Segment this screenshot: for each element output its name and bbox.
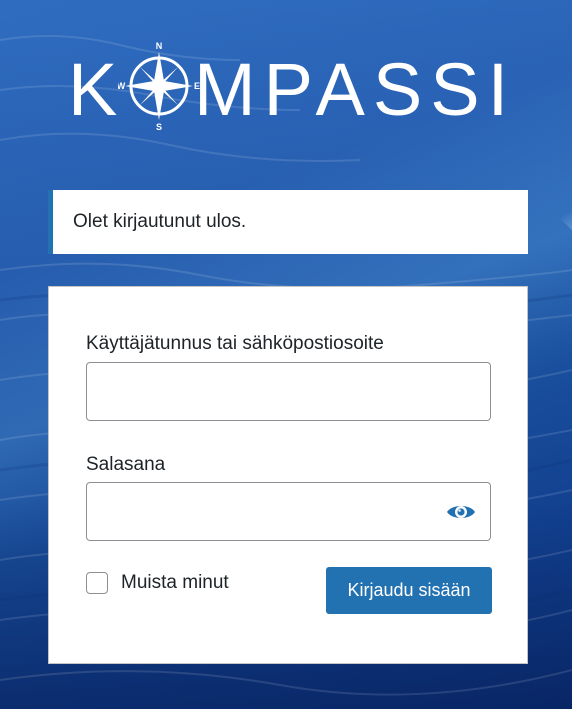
remember-me-label[interactable]: Muista minut [121, 572, 229, 594]
logo-letter-k: K [68, 48, 126, 131]
remember-me-checkbox[interactable] [86, 572, 108, 594]
compass-rose-icon: N S W E [118, 41, 200, 132]
show-password-button[interactable] [439, 492, 483, 532]
logout-message-text: Olet kirjautunut ulos. [73, 211, 247, 232]
username-input[interactable] [86, 362, 491, 421]
compass-north-label: N [156, 41, 163, 51]
eye-icon [447, 506, 475, 518]
compass-south-label: S [156, 122, 162, 132]
kompassi-logo[interactable]: K N S W E MPASSI [68, 40, 508, 140]
logout-message: Olet kirjautunut ulos. [48, 190, 528, 254]
login-form: Käyttäjätunnus tai sähköpostiosoite Sala… [48, 286, 528, 664]
password-label: Salasana [86, 454, 166, 475]
logo-letters-mpassi: MPASSI [194, 48, 517, 131]
username-label: Käyttäjätunnus tai sähköpostiosoite [86, 333, 384, 354]
remember-me[interactable]: Muista minut [86, 572, 229, 594]
login-button[interactable]: Kirjaudu sisään [326, 567, 492, 614]
password-input[interactable] [86, 482, 491, 541]
compass-west-label: W [118, 81, 126, 91]
